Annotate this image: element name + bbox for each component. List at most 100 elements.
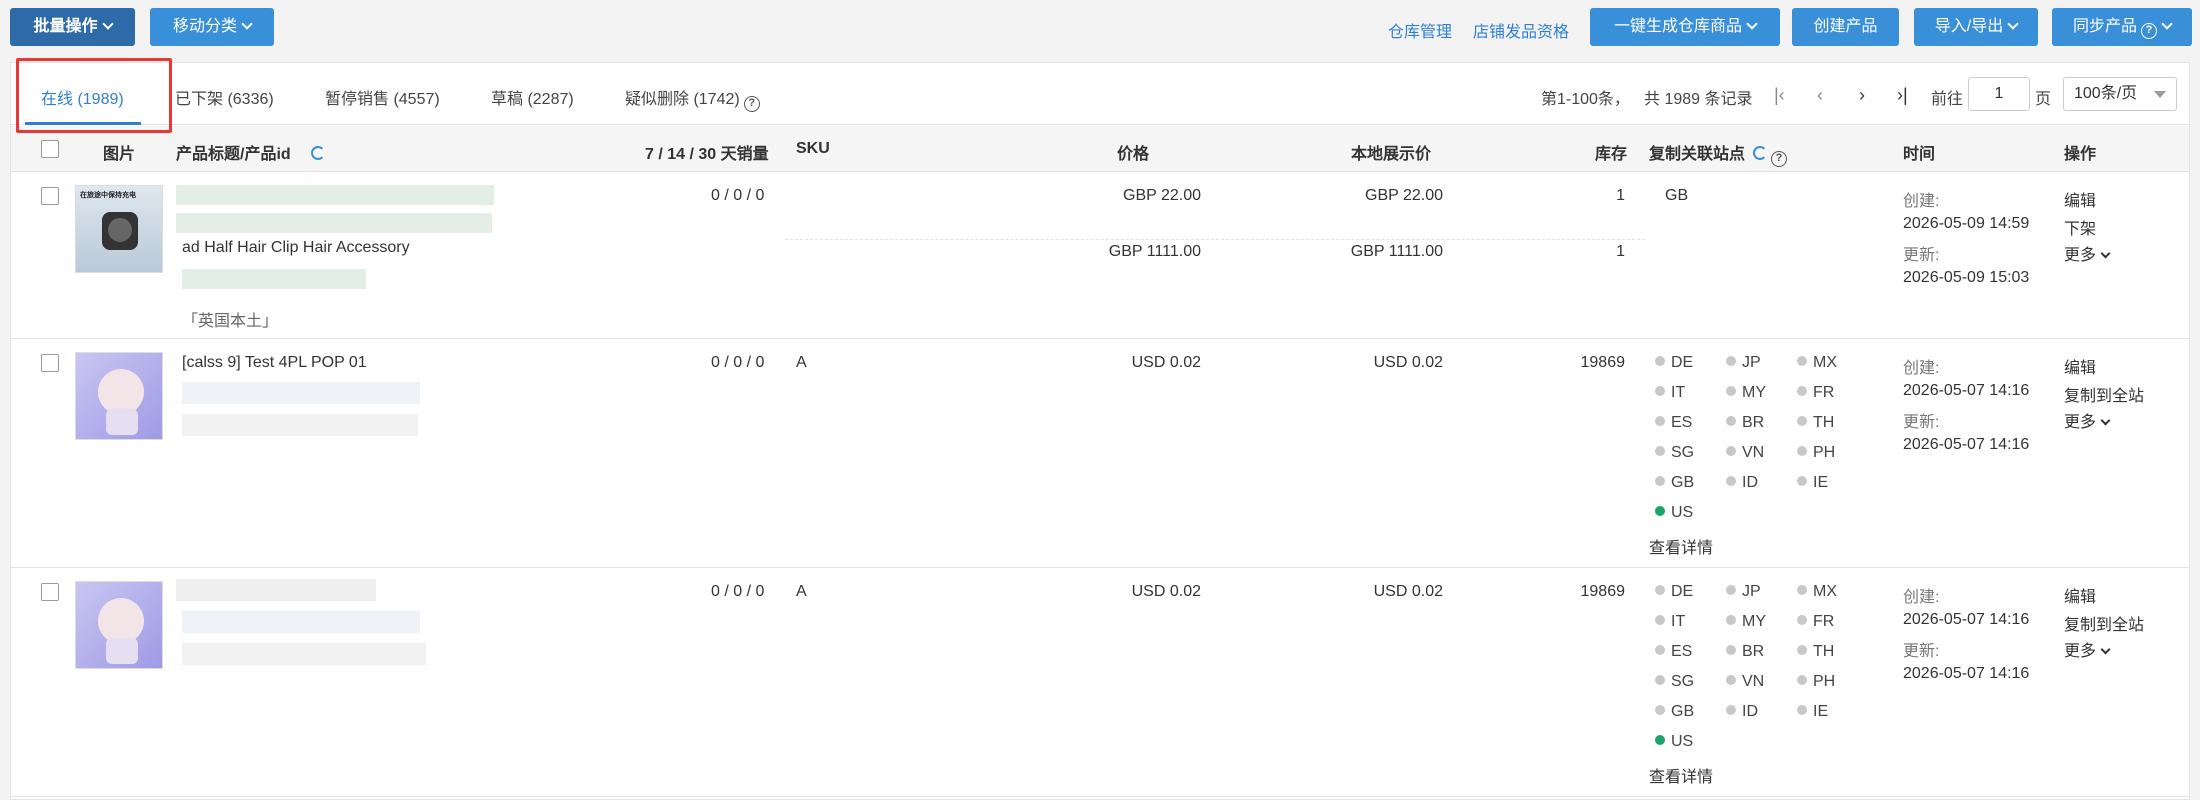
site-es: ES [1655,414,1692,432]
local-price-value: USD 0.02 [1373,354,1443,371]
status-dot-icon [1797,476,1807,486]
site-code: TH [1813,643,1835,660]
site-code: ES [1671,414,1693,431]
table-header: 图片 产品标题/产品id 7 / 14 / 30 天销量 SKU 价格 本地展示… [11,126,2189,172]
site-vn: VN [1726,673,1764,691]
site-my: MY [1726,384,1766,402]
select-all-checkbox[interactable] [41,140,59,158]
help-icon[interactable]: ? [1771,151,1788,167]
generate-warehouse-button[interactable]: 一键生成仓库商品 [1590,8,1780,46]
import-export-label: 导入/导出 [1934,18,2004,35]
site-sg: SG [1655,444,1694,462]
chevron-down-icon [2154,91,2166,98]
site-de: DE [1655,354,1693,372]
last-page-icon[interactable]: ›| [1897,85,1908,106]
column-title: 产品标题/产品id [176,140,325,164]
status-dot-icon [1655,615,1665,625]
product-thumbnail[interactable]: 在旅途中保持充电 [75,185,163,273]
status-dot-icon [1655,356,1665,366]
site-code: SG [1671,444,1695,461]
redacted-text [182,611,420,633]
price-value: GBP 1111.00 [1108,243,1201,260]
stock-value: 1 [1616,187,1625,204]
status-dot-icon [1655,476,1665,486]
site-mx: MX [1797,354,1837,372]
updated-time: 2026-05-07 14:16 [1903,436,2030,453]
site-code: FR [1813,613,1835,630]
product-title[interactable]: ad Half Hair Clip Hair Accessory [182,239,410,257]
import-export-button[interactable]: 导入/导出 [1914,8,2038,46]
status-dot-icon [1797,585,1807,595]
sync-products-button[interactable]: 同步产品? [2052,8,2192,46]
created-time: 2026-05-07 14:16 [1903,382,2030,399]
copy-to-all-sites-link[interactable]: 复制到全站 [2064,382,2144,406]
row-checkbox[interactable] [41,583,59,601]
row-checkbox[interactable] [41,354,59,372]
column-sku: SKU [796,140,830,157]
redacted-text [176,213,492,233]
site-code: MX [1813,354,1837,371]
redacted-text [176,185,494,205]
status-dot-icon [1726,675,1736,685]
product-thumbnail[interactable] [75,352,163,440]
site-code: BR [1742,414,1765,431]
next-page-icon[interactable]: › [1859,85,1865,106]
bulk-actions-label: 批量操作 [33,18,98,35]
help-icon[interactable]: ? [743,96,760,112]
chevron-down-icon [101,18,114,30]
chevron-down-icon [2100,248,2111,259]
view-details-link[interactable]: 查看详情 [1649,534,1713,558]
price-value: USD 0.02 [1131,354,1201,371]
bulk-actions-button[interactable]: 批量操作 [10,8,135,46]
more-dropdown[interactable]: 更多 [2064,241,2111,265]
edit-link[interactable]: 编辑 [2064,187,2096,211]
per-page-select[interactable]: 100条/页 [2063,77,2177,111]
site-jp: JP [1726,354,1761,372]
status-dot-icon [1797,645,1807,655]
sales-value: 0 / 0 / 0 [711,187,765,204]
first-page-icon[interactable]: |‹ [1774,85,1785,106]
page-number-input[interactable] [1968,77,2030,111]
tab-delisted[interactable]: 已下架 (6336) [175,85,274,109]
more-dropdown[interactable]: 更多 [2064,637,2111,661]
warehouse-management-link[interactable]: 仓库管理 [1388,18,1452,42]
updated-time: 2026-05-09 15:03 [1903,269,2030,286]
product-title[interactable]: [calss 9] Test 4PL POP 01 [182,354,367,372]
move-category-label: 移动分类 [172,18,237,35]
move-category-button[interactable]: 移动分类 [150,8,274,46]
product-thumbnail[interactable] [75,581,163,669]
column-price: 价格 [1117,146,1150,163]
updated-label: 更新: [1903,414,1940,431]
edit-link[interactable]: 编辑 [2064,354,2096,378]
tab-suspected-deleted[interactable]: 疑似删除 (1742)? [625,85,760,112]
site-code: TH [1813,414,1835,431]
prev-page-icon[interactable]: ‹ [1817,85,1823,106]
row-checkbox[interactable] [41,187,59,205]
copy-to-all-sites-link[interactable]: 复制到全站 [2064,611,2144,635]
site-sg: SG [1655,673,1694,691]
site-us: US [1655,733,1693,751]
view-details-link[interactable]: 查看详情 [1649,763,1713,787]
more-label: 更多 [2064,247,2097,264]
status-dot-icon [1655,705,1665,715]
create-product-label: 创建产品 [1813,18,1878,35]
chevron-down-icon [2161,18,2173,30]
refresh-icon[interactable] [1753,146,1768,160]
site-us: US [1655,504,1693,522]
refresh-icon[interactable] [310,146,325,160]
edit-link[interactable]: 编辑 [2064,583,2096,607]
help-icon: ? [2141,23,2157,39]
delist-link[interactable]: 下架 [2064,215,2096,239]
local-price-value: GBP 22.00 [1365,187,1443,204]
site-code: SG [1671,673,1695,690]
tab-draft[interactable]: 草稿 (2287) [491,85,574,109]
site-it: IT [1655,384,1685,402]
redacted-text [176,579,376,601]
created-label: 创建: [1903,360,1940,377]
more-dropdown[interactable]: 更多 [2064,408,2111,432]
status-dot-icon [1655,645,1665,655]
tab-suspended[interactable]: 暂停销售 (4557) [325,85,440,109]
store-qualification-link[interactable]: 店铺发品资格 [1473,18,1569,42]
create-product-button[interactable]: 创建产品 [1792,8,1899,46]
sales-value: 0 / 0 / 0 [711,354,765,371]
